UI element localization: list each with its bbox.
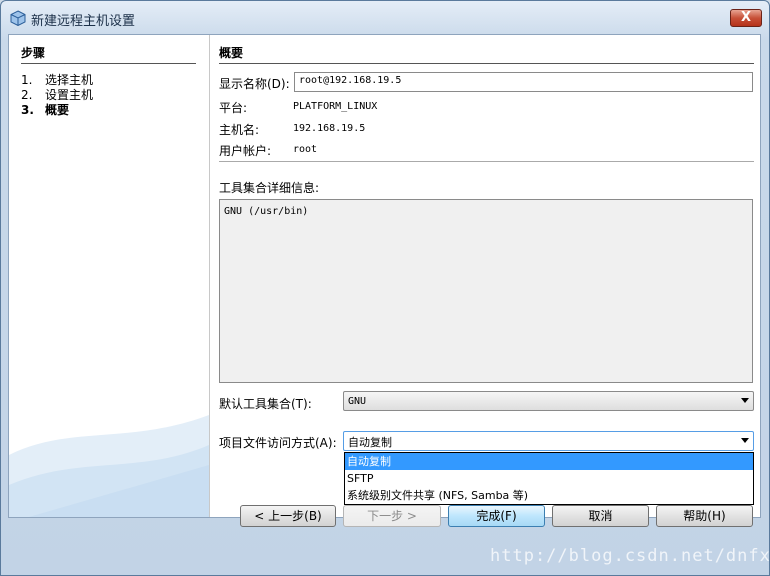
- file-access-label: 项目文件访问方式(A):: [219, 436, 337, 450]
- window-title: 新建远程主机设置: [31, 14, 136, 29]
- help-button[interactable]: 帮助(H): [656, 505, 753, 527]
- dialog-body: 步骤 1. 选择主机 2. 设置主机 3. 概要 概要 显示名称(D): root@1…: [8, 34, 761, 518]
- dropdown-option-sftp[interactable]: SFTP: [345, 470, 753, 487]
- divider: [219, 161, 754, 162]
- decorative-wave-graphic: [9, 415, 209, 517]
- dropdown-option-auto-copy[interactable]: 自动复制: [345, 453, 753, 470]
- dialog-window: 新建远程主机设置 X 步骤 1. 选择主机 2. 设置主机 3. 概要 概要 显…: [0, 0, 770, 576]
- watermark-text: http://blog.csdn.net/dnfx21: [490, 546, 770, 566]
- toolset-details-label: 工具集合详细信息:: [219, 181, 320, 195]
- dropdown-option-system-share[interactable]: 系统级别文件共享 (NFS, Samba 等): [345, 487, 753, 504]
- platform-label: 平台:: [219, 101, 248, 115]
- close-button[interactable]: X: [730, 9, 762, 27]
- app-cube-icon: [10, 10, 26, 26]
- steps-heading: 步骤: [21, 44, 196, 64]
- chevron-down-icon: [741, 438, 749, 443]
- summary-title: 概要: [219, 44, 754, 64]
- step-item-current: 3. 概要: [21, 103, 70, 117]
- finish-button[interactable]: 完成(F): [448, 505, 545, 527]
- close-icon: X: [740, 10, 752, 25]
- default-toolset-label: 默认工具集合(T):: [219, 397, 312, 411]
- user-account-value: root: [293, 144, 318, 155]
- display-name-input[interactable]: root@192.168.19.5: [294, 72, 753, 92]
- file-access-dropdown-list: 自动复制 SFTP 系统级别文件共享 (NFS, Samba 等): [344, 452, 754, 505]
- toolset-details-text: GNU (/usr/bin): [224, 206, 309, 217]
- back-button[interactable]: < 上一步(B): [240, 505, 336, 527]
- chevron-down-icon: [741, 398, 749, 403]
- hostname-value: 192.168.19.5: [293, 123, 366, 134]
- user-account-label: 用户帐户:: [219, 144, 272, 158]
- cancel-button[interactable]: 取消: [552, 505, 649, 527]
- summary-panel: 概要 显示名称(D): root@192.168.19.5 平台: PLATFO…: [210, 35, 760, 517]
- platform-value: PLATFORM_LINUX: [293, 101, 378, 112]
- next-button[interactable]: 下一步 >: [343, 505, 441, 527]
- title-bar[interactable]: 新建远程主机设置 X: [1, 1, 769, 34]
- default-toolset-select[interactable]: GNU: [343, 391, 754, 411]
- steps-panel: 步骤 1. 选择主机 2. 设置主机 3. 概要: [9, 35, 210, 517]
- display-name-label: 显示名称(D):: [219, 77, 290, 91]
- toolset-details-area[interactable]: GNU (/usr/bin): [219, 199, 753, 383]
- file-access-select[interactable]: 自动复制: [343, 431, 754, 451]
- hostname-label: 主机名:: [219, 123, 260, 137]
